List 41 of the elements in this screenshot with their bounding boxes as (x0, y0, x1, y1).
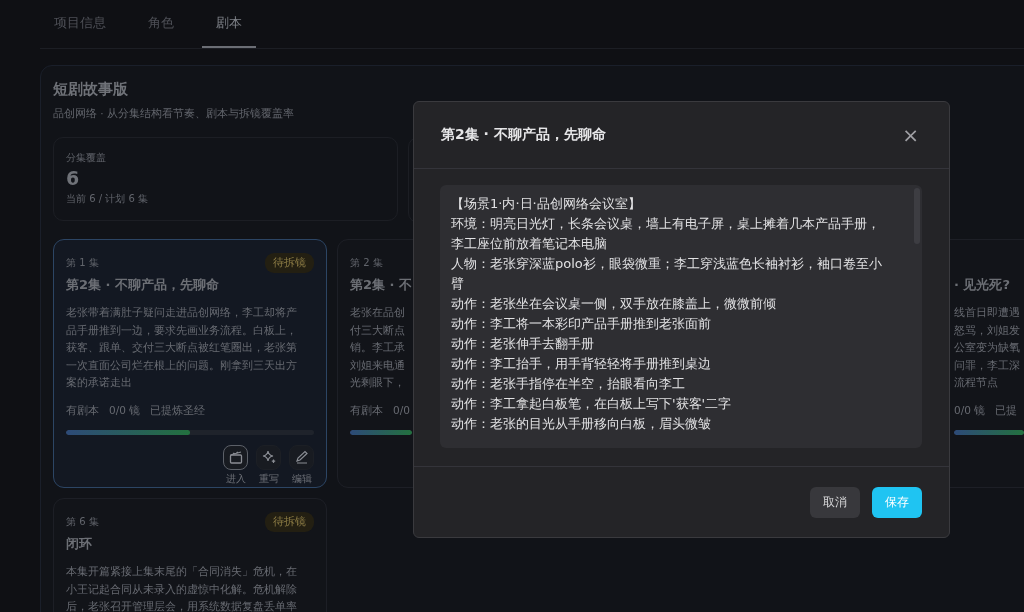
episode-number: 第 6 集 (66, 515, 99, 529)
episode-card[interactable]: 第 6 集 待拆镜 闭环 本集开篇紧接上集末尾的「合同消失」危机，在 小王记起合同从未录入的虚惊中化解。危机解除 后，老张召开管理层会，用系统数据复盘丢单率 (53, 498, 327, 612)
tab[interactable]: 角色 (134, 0, 188, 48)
cancel-button[interactable]: 取消 (810, 486, 860, 518)
episode-meta: 0/0 (393, 403, 410, 418)
episode-number: 第 2 集 (350, 256, 383, 270)
clapperboard-button[interactable] (223, 444, 248, 470)
pencil-icon (293, 449, 310, 465)
stat-value: 6 (66, 167, 81, 189)
stat-note: 当前 6 / 计划 6 集 (66, 192, 149, 206)
episode-title: · 见光死? (954, 276, 1010, 294)
close-button[interactable]: × (898, 123, 923, 147)
stat-label: 分集覆盖 (66, 151, 107, 165)
action-label: 重写 (258, 472, 279, 486)
episode-meta: 0/0 镜 (954, 403, 986, 418)
episode-summary: 本集开篇紧接上集末尾的「合同消失」危机，在 小王记起合同从未录入的虚惊中化解。危机解除 后，老张召开管理层会，用系统数据复盘丢单率 (66, 564, 298, 612)
script-field[interactable]: 【场景1·内·日·品创网络会议室】 环境：明亮日光灯，长条会议桌，墙上有电子屏，桌上摊着几本产品手册，李工座位前放着笔记本电脑 人物：老张穿深蓝polo衫，眼袋微重；李工穿浅蓝色长袖衬衫，袖口卷至小臂 动作：老张坐在会议桌一侧，双手放在膝盖上，微微前倾 动作：李工将一本彩印产品手册推到老张面前 动作：老张伸手去翻手册 动作：李工抬手，用手背轻轻将手册推到桌边 动作：老张手指停在半空，抬眼看向李工 动作：李工拿起白板笔，在白板上写下'获客'二字 动作：老张的目光从手册移向白板，眉头微皱 (440, 185, 922, 448)
pencil-button[interactable] (289, 444, 314, 470)
episode-title: 闭环 (66, 535, 93, 553)
scrollbar-thumb[interactable] (914, 188, 920, 244)
sparkle-button[interactable] (256, 444, 281, 470)
episode-title: 第2集 · 不 (350, 276, 413, 294)
status-badge: 待拆镜 (265, 512, 314, 532)
episode-meta: 已提 (995, 403, 1018, 418)
episode-meta: 0/0 镜 (109, 403, 141, 418)
episode-meta: 已提炼圣经 (150, 403, 206, 418)
episode-meta: 有剧本 (66, 403, 99, 418)
sparkle-icon (260, 449, 277, 465)
tab[interactable]: 项目信息 (40, 0, 120, 48)
status-badge: 待拆镜 (265, 253, 314, 273)
clapperboard-icon (227, 449, 244, 465)
board-subtitle: 品创网络 · 从分集结构看节奏、剧本与拆镜覆盖率 (53, 107, 295, 121)
tab[interactable]: 剧本 (202, 0, 256, 48)
episode-title: 第2集 · 不聊产品，先聊命 (66, 276, 221, 294)
episode-meta: 有剧本 (350, 403, 383, 418)
episode-summary: 线首日即遭遇 怒骂，刘姐发 公室变为缺氧 问罪，李工深 流程节点 (954, 305, 1020, 391)
action-label: 编辑 (291, 472, 312, 486)
board-title: 短剧故事版 (53, 80, 129, 99)
episode-number: 第 1 集 (66, 256, 99, 270)
dialog-title: 第2集 · 不聊产品，先聊命 (441, 126, 606, 144)
action-label: 进入 (225, 472, 246, 486)
